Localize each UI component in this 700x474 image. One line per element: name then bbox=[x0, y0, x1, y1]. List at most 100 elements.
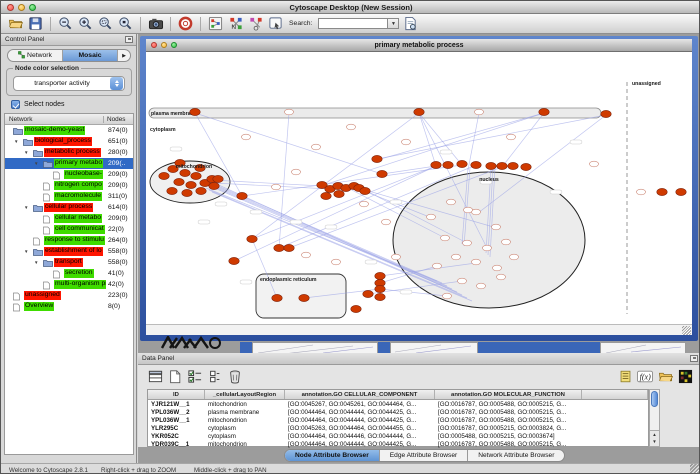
network-canvas[interactable]: plasma membranecytoplasmmitochondrionnuc… bbox=[146, 52, 692, 324]
network-node[interactable] bbox=[209, 182, 219, 189]
network-node-open[interactable] bbox=[441, 235, 450, 241]
table-row[interactable]: YKR052Ccytoplasm[GO:0044464, GO:0044446,… bbox=[148, 432, 648, 440]
table-cell[interactable]: mitochondrion bbox=[205, 416, 285, 424]
network-node[interactable] bbox=[363, 290, 373, 297]
network-node-open[interactable] bbox=[433, 263, 442, 269]
tree-row[interactable]: ▼establishment of lo558(0) bbox=[5, 246, 133, 257]
table-cell[interactable]: [GO:0044464, GO:0044446, GO:0044444, G..… bbox=[285, 432, 435, 440]
search-dropdown-icon[interactable]: ▼ bbox=[388, 18, 399, 29]
network-node[interactable] bbox=[213, 175, 223, 182]
network-node[interactable] bbox=[174, 178, 184, 185]
tree-row[interactable]: cellular metabo209(0) bbox=[5, 213, 133, 224]
float-panel-icon[interactable] bbox=[125, 36, 133, 43]
vizmapper-icon[interactable]: N bbox=[227, 16, 244, 32]
tree-col-network[interactable]: Network bbox=[9, 116, 32, 123]
table-vscrollbar[interactable]: ▲▼ bbox=[649, 389, 660, 447]
network-node[interactable] bbox=[508, 162, 518, 169]
table-column-header[interactable]: _cellularLayoutRegion bbox=[205, 390, 285, 399]
help-ring-icon[interactable] bbox=[177, 16, 194, 32]
table-cell[interactable]: YJR121W__1 bbox=[148, 400, 205, 408]
network-node-open[interactable] bbox=[392, 254, 401, 260]
tab-edge-attribute-browser[interactable]: Edge Attribute Browser bbox=[380, 450, 468, 461]
tree-row[interactable]: multi-organism pro42(0) bbox=[5, 279, 133, 290]
scrollbar-thumb[interactable] bbox=[651, 391, 658, 407]
table-cell[interactable]: [GO:0016787, GO:0005215, GO:0003824, G..… bbox=[435, 424, 582, 432]
table-cell[interactable]: [GO:0016787, GO:0005488, GO:0005215, G..… bbox=[435, 416, 582, 424]
network-node-open[interactable] bbox=[477, 283, 486, 289]
table-cell[interactable]: [GO:0005488, GO:0005215, GO:0003674] bbox=[435, 432, 582, 440]
network-node-open[interactable] bbox=[492, 224, 501, 230]
table-cell[interactable]: YLR295C bbox=[148, 424, 205, 432]
network-node-open[interactable] bbox=[302, 252, 311, 258]
network-node-open[interactable] bbox=[472, 209, 481, 215]
table-cell[interactable]: YPL036W__2 bbox=[148, 408, 205, 416]
table-cell[interactable] bbox=[582, 432, 648, 440]
network-node[interactable] bbox=[299, 294, 309, 301]
network-node[interactable] bbox=[375, 293, 385, 300]
tab-network-attribute-browser[interactable]: Network Attribute Browser bbox=[468, 450, 564, 461]
function-builder-icon[interactable]: f(x) bbox=[637, 368, 653, 384]
view-resize-grip[interactable] bbox=[682, 326, 691, 335]
table-cell[interactable]: cytoplasm bbox=[205, 432, 285, 440]
network-node-open[interactable] bbox=[502, 239, 511, 245]
table-cell[interactable]: mitochondrion bbox=[205, 400, 285, 408]
table-cell[interactable] bbox=[582, 416, 648, 424]
network-node-open[interactable] bbox=[590, 161, 599, 167]
network-node[interactable] bbox=[601, 110, 611, 117]
table-column-header[interactable] bbox=[582, 390, 648, 399]
tree-row[interactable]: response to stimulu264(0) bbox=[5, 235, 133, 246]
network-node-open[interactable] bbox=[272, 184, 281, 190]
network-node[interactable] bbox=[360, 187, 370, 194]
table-cell[interactable]: [GO:0016787, GO:0005488, GO:0005215, G..… bbox=[435, 408, 582, 416]
network-node[interactable] bbox=[414, 108, 424, 115]
tree-row[interactable]: ▼transport558(0) bbox=[5, 257, 133, 268]
network-graph[interactable]: plasma membranecytoplasmmitochondrionnuc… bbox=[146, 52, 692, 324]
tab-mosaic[interactable]: Mosaic bbox=[63, 50, 118, 61]
new-attribute-icon[interactable] bbox=[167, 368, 183, 384]
network-node[interactable] bbox=[321, 192, 331, 199]
tree-row[interactable]: ▼cellular process614(0) bbox=[5, 202, 133, 213]
table-cell[interactable] bbox=[582, 408, 648, 416]
select-nodes-checkbox[interactable] bbox=[11, 100, 20, 109]
advanced-search-icon[interactable] bbox=[402, 16, 419, 32]
network-node[interactable] bbox=[497, 162, 507, 169]
table-cell[interactable] bbox=[582, 400, 648, 408]
network-node-open[interactable] bbox=[382, 219, 391, 225]
zoom-fit-icon[interactable] bbox=[117, 16, 134, 32]
tree-row[interactable]: nucleobase-209(0) bbox=[5, 169, 133, 180]
snapshot-icon[interactable] bbox=[147, 16, 164, 32]
table-cell[interactable]: [GO:0044464, GO:0044444, GO:0044425, G..… bbox=[285, 416, 435, 424]
network-node-open[interactable] bbox=[443, 293, 452, 299]
zoom-in-icon[interactable] bbox=[77, 16, 94, 32]
tree-col-nodes[interactable]: Nodes bbox=[103, 116, 125, 123]
network-node-open[interactable] bbox=[402, 139, 411, 145]
open-file-icon[interactable] bbox=[7, 16, 24, 32]
float-data-panel-icon[interactable] bbox=[690, 355, 698, 362]
network-node-open[interactable] bbox=[463, 240, 472, 246]
import-attributes-icon[interactable] bbox=[657, 368, 673, 384]
save-icon[interactable] bbox=[27, 16, 44, 32]
network-node-open[interactable] bbox=[242, 134, 251, 140]
network-node[interactable] bbox=[196, 187, 206, 194]
network-view-titlebar[interactable]: primary metabolic process bbox=[146, 39, 692, 52]
network-overview-icon[interactable] bbox=[207, 16, 224, 32]
tab-network[interactable]: Network bbox=[8, 50, 63, 61]
table-column-header[interactable]: annotation.GO CELLULAR_COMPONENT bbox=[285, 390, 435, 399]
network-node[interactable] bbox=[247, 235, 257, 242]
table-row[interactable]: YPL036W__2plasma membrane[GO:0044464, GO… bbox=[148, 408, 648, 416]
tree-row[interactable]: mosaic-demo-yeast874(0) bbox=[5, 125, 133, 136]
network-node-open[interactable] bbox=[452, 254, 461, 260]
tree-row[interactable]: ▼primary metabo209(.. bbox=[5, 158, 133, 169]
network-node[interactable] bbox=[180, 169, 190, 176]
network-node[interactable] bbox=[539, 108, 549, 115]
attribute-table-icon[interactable] bbox=[147, 368, 163, 384]
canvas-hscrollbar[interactable] bbox=[146, 324, 692, 335]
heatmap-icon[interactable] bbox=[677, 368, 693, 384]
tree-row[interactable]: ▼metabolic process280(0) bbox=[5, 147, 133, 158]
network-node[interactable] bbox=[191, 172, 201, 179]
network-node[interactable] bbox=[486, 162, 496, 169]
zoom-out-icon[interactable] bbox=[57, 16, 74, 32]
network-node-open[interactable] bbox=[637, 189, 646, 195]
network-node-open[interactable] bbox=[497, 274, 506, 280]
table-cell[interactable]: cytoplasm bbox=[205, 424, 285, 432]
